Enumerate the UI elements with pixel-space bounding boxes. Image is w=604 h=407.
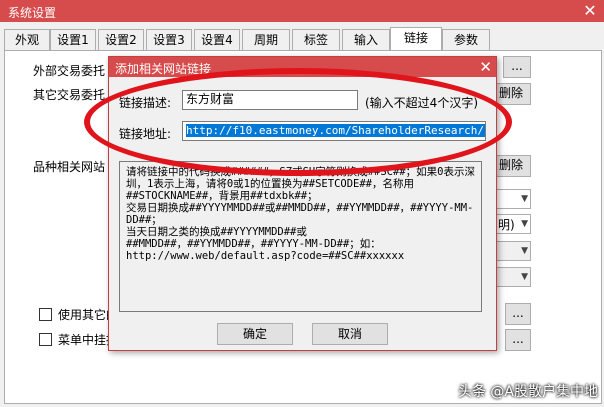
browse-button-menu[interactable]: ... [505, 329, 531, 351]
watermark: 头条 @A股散户集中地 [457, 384, 598, 400]
desc-input[interactable]: 东方财富 [182, 90, 358, 110]
instructions-memo: 请将链接中的代码换成######，SZ或SH字符则换成##SC##；如果0表示深… [119, 161, 482, 312]
tab-params[interactable]: 参数 [442, 29, 490, 50]
delete-button-top[interactable]: 删除 [491, 83, 531, 105]
window-title: 系统设置 [8, 6, 57, 20]
dialog-titlebar: 添加相关网站链接 ✕ [109, 57, 496, 77]
delete-button-sites[interactable]: 删除 [491, 155, 531, 177]
tab-settings1[interactable]: 设置1 [50, 29, 96, 50]
url-input-text: http://f10.eastmoney.com/ShareholderRese… [186, 124, 485, 137]
add-link-dialog: 添加相关网站链接 ✕ 链接描述: 东方财富 (输入不超过4个汉字) 链接地址: … [108, 56, 497, 351]
cancel-button[interactable]: 取消 [312, 323, 388, 345]
combo-2[interactable]: 明) ▼ [495, 214, 531, 234]
checkbox-menu[interactable] [39, 333, 52, 346]
chevron-down-icon: ▼ [521, 194, 528, 204]
url-input[interactable]: http://f10.eastmoney.com/ShareholderRese… [182, 121, 486, 141]
tab-settings4[interactable]: 设置4 [194, 29, 240, 50]
tab-period[interactable]: 周期 [242, 29, 290, 50]
browse-button-external[interactable]: ... [503, 56, 531, 78]
chevron-down-icon: ▼ [521, 272, 528, 282]
tab-links[interactable]: 链接 [390, 27, 442, 51]
tab-settings2[interactable]: 设置2 [98, 29, 144, 50]
ok-button[interactable]: 确定 [217, 323, 293, 345]
combo-4[interactable]: ▼ [495, 267, 531, 287]
label-other-trade: 其它交易委托 [33, 88, 106, 102]
close-icon[interactable]: ✕ [479, 57, 492, 77]
label-external-trade: 外部交易委托 [33, 64, 106, 78]
desc-label: 链接描述: [119, 96, 172, 110]
combo-1[interactable]: ▼ [495, 189, 531, 209]
tab-labels[interactable]: 标签 [292, 29, 340, 50]
chevron-down-icon: ▼ [521, 246, 528, 256]
combo-3[interactable]: ▼ [495, 241, 531, 261]
checkbox-use-other[interactable] [39, 308, 52, 321]
dialog-title: 添加相关网站链接 [115, 62, 212, 76]
browse-button-other[interactable]: ... [505, 303, 531, 325]
window-titlebar: 系统设置 ✕ [0, 0, 604, 22]
chevron-down-icon: ▼ [521, 219, 528, 229]
label-related-sites: 品种相关网站 [33, 160, 106, 174]
url-label: 链接地址: [119, 127, 172, 141]
close-icon[interactable]: ✕ [576, 0, 604, 22]
tab-settings3[interactable]: 设置3 [146, 29, 192, 50]
combo-2-text: 明) [498, 218, 515, 232]
tab-appearance[interactable]: 外观 [4, 29, 50, 50]
tab-input[interactable]: 输入 [342, 29, 390, 50]
desc-hint: (输入不超过4个汉字) [365, 96, 478, 110]
